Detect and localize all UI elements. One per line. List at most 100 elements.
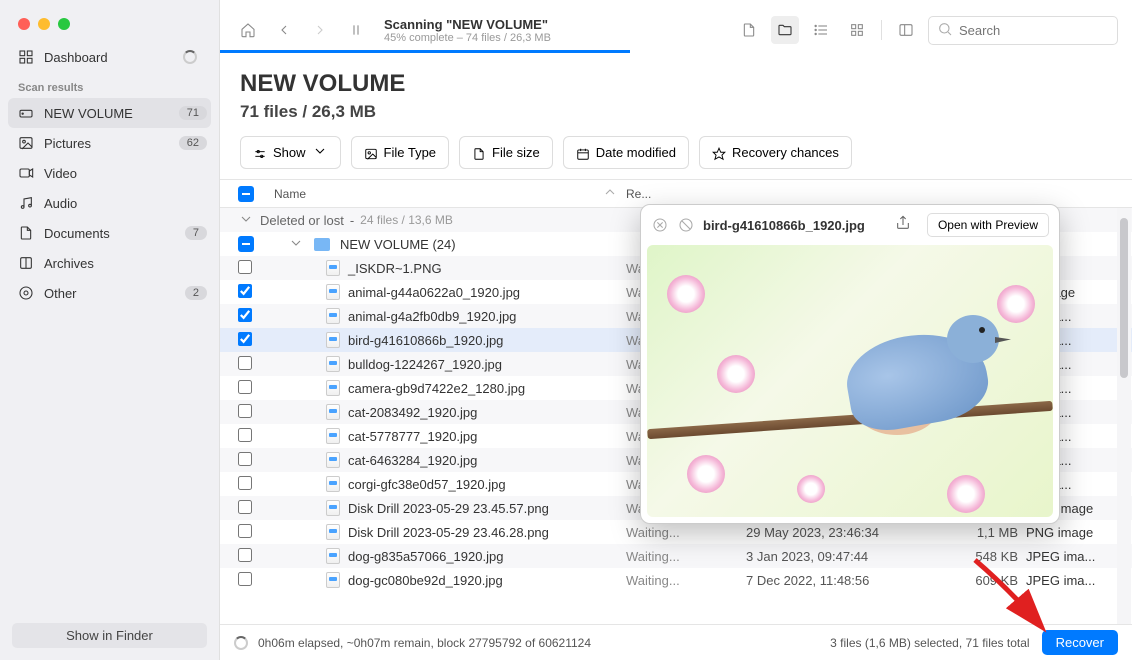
file-checkbox[interactable] <box>238 356 252 370</box>
sidebar-heading-scan-results: Scan results <box>0 72 219 98</box>
home-button[interactable] <box>234 16 262 44</box>
sidebar-item-label: Documents <box>44 226 185 241</box>
toolbar-subtitle: 45% complete – 74 files / 26,3 MB <box>384 32 727 44</box>
sidebar-dashboard[interactable]: Dashboard <box>0 42 219 72</box>
sidebar-item-badge: 62 <box>179 136 207 150</box>
file-icon <box>326 356 340 372</box>
sidebar-item-badge: 71 <box>179 106 207 120</box>
drive-icon <box>18 105 34 121</box>
show-in-finder-button[interactable]: Show in Finder <box>12 623 207 648</box>
file-date: 29 May 2023, 23:46:34 <box>746 525 946 540</box>
view-grid-button[interactable] <box>843 16 871 44</box>
file-checkbox[interactable] <box>238 308 252 322</box>
file-icon <box>326 476 340 492</box>
sidebar-item-archives[interactable]: Archives <box>0 248 219 278</box>
file-size: 548 KB <box>946 549 1026 564</box>
video-icon <box>18 165 34 181</box>
back-button[interactable] <box>270 16 298 44</box>
scrollbar-thumb[interactable] <box>1120 218 1128 378</box>
file-checkbox[interactable] <box>238 380 252 394</box>
sidebar-dashboard-label: Dashboard <box>44 50 183 65</box>
open-with-preview-button[interactable]: Open with Preview <box>927 213 1049 237</box>
pause-button[interactable] <box>342 16 370 44</box>
file-checkbox[interactable] <box>238 500 252 514</box>
progress-bar <box>220 50 630 53</box>
search-field[interactable] <box>928 16 1118 45</box>
minimize-button[interactable] <box>38 18 50 30</box>
page-title: NEW VOLUME <box>240 70 1112 98</box>
sidebar-item-other[interactable]: Other 2 <box>0 278 219 308</box>
file-name: bulldog-1224267_1920.jpg <box>348 357 502 372</box>
file-checkbox[interactable] <box>238 428 252 442</box>
sidebar-item-pictures[interactable]: Pictures 62 <box>0 128 219 158</box>
view-list-button[interactable] <box>807 16 835 44</box>
file-checkbox[interactable] <box>238 284 252 298</box>
filter-show-button[interactable]: Show <box>240 136 341 169</box>
file-name: animal-g4a2fb0db9_1920.jpg <box>348 309 516 324</box>
calendar-icon <box>576 146 590 160</box>
file-checkbox[interactable] <box>238 404 252 418</box>
group-label: Deleted or lost <box>260 213 344 228</box>
footer: 0h06m elapsed, ~0h07m remain, block 2779… <box>220 624 1132 660</box>
sort-icon <box>602 184 618 203</box>
sidebar-item-badge: 2 <box>185 286 207 300</box>
toggle-sidebar-button[interactable] <box>892 16 920 44</box>
toolbar: Scanning "NEW VOLUME" 45% complete – 74 … <box>220 0 1132 52</box>
share-icon[interactable] <box>895 215 915 235</box>
view-doc-button[interactable] <box>735 16 763 44</box>
sidebar-item-video[interactable]: Video <box>0 158 219 188</box>
toolbar-title: Scanning "NEW VOLUME" <box>384 17 727 32</box>
close-button[interactable] <box>18 18 30 30</box>
filter-file-size-label: File size <box>492 145 540 160</box>
filter-recovery-chances-button[interactable]: Recovery chances <box>699 136 852 169</box>
file-recovery-status: Waiting... <box>626 573 746 588</box>
view-folder-button[interactable] <box>771 16 799 44</box>
maximize-button[interactable] <box>58 18 70 30</box>
toolbar-title-block: Scanning "NEW VOLUME" 45% complete – 74 … <box>384 17 727 44</box>
recover-button[interactable]: Recover <box>1042 630 1118 655</box>
column-checkbox[interactable] <box>220 186 264 202</box>
folder-checkbox[interactable] <box>238 236 254 252</box>
sidebar-item-label: Archives <box>44 256 207 271</box>
file-row[interactable]: dog-g835a57066_1920.jpg Waiting... 3 Jan… <box>220 544 1132 568</box>
file-checkbox[interactable] <box>238 548 252 562</box>
file-icon <box>326 428 340 444</box>
sidebar-item-new-volume[interactable]: NEW VOLUME 71 <box>8 98 211 128</box>
filter-date-modified-button[interactable]: Date modified <box>563 136 689 169</box>
group-meta: 24 files / 13,6 MB <box>360 213 453 227</box>
forward-button[interactable] <box>306 16 334 44</box>
column-name-label: Name <box>274 187 306 201</box>
file-checkbox[interactable] <box>238 332 252 346</box>
file-size: 1,1 MB <box>946 525 1026 540</box>
sidebar-item-label: Video <box>44 166 207 181</box>
file-icon <box>326 332 340 348</box>
file-checkbox[interactable] <box>238 524 252 538</box>
sidebar-item-audio[interactable]: Audio <box>0 188 219 218</box>
file-checkbox[interactable] <box>238 476 252 490</box>
file-name: cat-2083492_1920.jpg <box>348 405 477 420</box>
file-checkbox[interactable] <box>238 452 252 466</box>
filter-file-type-button[interactable]: File Type <box>351 136 450 169</box>
file-icon <box>326 404 340 420</box>
filter-file-size-button[interactable]: File size <box>459 136 553 169</box>
file-row[interactable]: dog-gc080be92d_1920.jpg Waiting... 7 Dec… <box>220 568 1132 592</box>
scrollbar[interactable] <box>1117 208 1131 624</box>
close-preview-icon[interactable] <box>651 216 669 234</box>
column-name[interactable]: Name <box>264 184 626 203</box>
file-type: JPEG ima... <box>1026 573 1116 588</box>
search-input[interactable] <box>959 23 1109 38</box>
select-all-checkbox[interactable] <box>238 186 254 202</box>
image-icon <box>364 146 378 160</box>
preview-filename: bird-g41610866b_1920.jpg <box>703 218 887 233</box>
sidebar-item-documents[interactable]: Documents 7 <box>0 218 219 248</box>
file-checkbox[interactable] <box>238 572 252 586</box>
file-type: PNG image <box>1026 525 1116 540</box>
file-icon <box>326 452 340 468</box>
file-icon <box>326 380 340 396</box>
forbidden-icon <box>677 216 695 234</box>
file-checkbox[interactable] <box>238 260 252 274</box>
preview-popover: bird-g41610866b_1920.jpg Open with Previ… <box>640 204 1060 524</box>
chevron-down-icon <box>288 235 304 254</box>
column-recovery[interactable]: Re... <box>626 187 746 201</box>
folder-label: NEW VOLUME (24) <box>340 237 456 252</box>
